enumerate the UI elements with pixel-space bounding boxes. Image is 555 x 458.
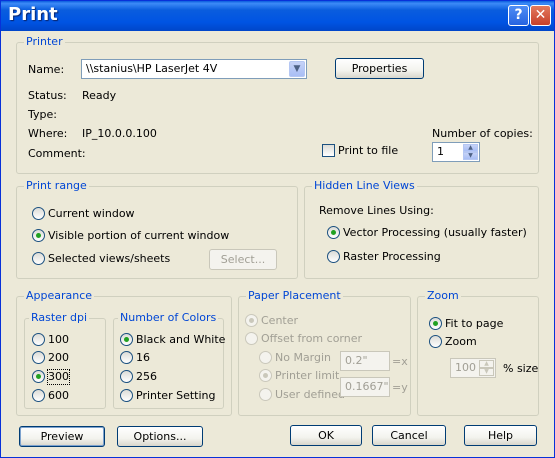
selected-views-label: Selected views/sheets [48, 252, 171, 265]
select-button[interactable]: Select... [209, 249, 277, 270]
zoom-label: Zoom [445, 335, 477, 348]
radio-colors-16[interactable] [120, 351, 133, 364]
hidden-line-views-title: Hidden Line Views [312, 179, 417, 193]
copies-up-icon[interactable]: ▲ [463, 144, 478, 152]
properties-button[interactable]: Properties [335, 58, 424, 79]
current-window-label: Current window [48, 207, 135, 220]
dpi-100-label: 100 [48, 333, 69, 346]
help-button[interactable]: Help [464, 425, 537, 446]
status-label: Status: [28, 89, 67, 102]
cancel-button[interactable]: Cancel [372, 425, 446, 446]
zoom-stepper[interactable]: 100 ▲ ▼ [450, 358, 496, 378]
where-label: Where: [28, 127, 68, 140]
dpi-200-label: 200 [48, 351, 69, 364]
remove-lines-label: Remove Lines Using: [319, 204, 434, 217]
radio-center[interactable] [245, 314, 258, 327]
number-of-colors-group: Number of Colors Black and White 16 256 … [113, 311, 226, 409]
offset-y-field[interactable]: 0.1667" [340, 377, 390, 397]
black-white-label: Black and White [136, 333, 226, 346]
radio-printer-limit[interactable] [259, 369, 272, 382]
radio-dpi-200[interactable] [32, 351, 45, 364]
printer-group: Printer Name: \\stanius\HP LaserJet 4V ▼… [16, 35, 539, 174]
y-suffix: =y [392, 381, 408, 394]
title-bar[interactable]: Print ? ✕ [1, 1, 554, 31]
print-to-file-label: Print to file [338, 144, 399, 157]
radio-current-window[interactable] [32, 207, 45, 220]
copies-stepper[interactable]: 1 ▲ ▼ [432, 142, 480, 162]
appearance-group: Appearance Raster dpi 100 200 300 600 Nu… [16, 289, 232, 416]
radio-dpi-600[interactable] [32, 389, 45, 402]
user-defined-label: User defined [275, 388, 345, 401]
where-value: IP_10.0.0.100 [82, 127, 157, 140]
zoom-group: Zoom Fit to page Zoom 100 ▲ ▼ % size [417, 289, 539, 416]
help-icon[interactable]: ? [508, 5, 529, 26]
close-icon[interactable]: ✕ [530, 5, 551, 26]
no-margin-label: No Margin [275, 351, 332, 364]
number-of-colors-title: Number of Colors [118, 311, 219, 325]
hidden-line-views-group: Hidden Line Views Remove Lines Using: Ve… [304, 179, 539, 279]
dpi-600-label: 600 [48, 389, 69, 402]
colors-256-label: 256 [136, 370, 157, 383]
radio-zoom[interactable] [429, 335, 442, 348]
paper-placement-title: Paper Placement [246, 289, 343, 303]
radio-black-white[interactable] [120, 333, 133, 346]
fit-to-page-label: Fit to page [445, 317, 504, 330]
comment-label: Comment: [28, 147, 86, 160]
center-label: Center [261, 314, 299, 327]
radio-raster-processing[interactable] [327, 250, 340, 263]
size-suffix: % size [503, 362, 539, 375]
printer-name-combo[interactable]: \\stanius\HP LaserJet 4V ▼ [81, 59, 307, 79]
type-label: Type: [28, 108, 57, 121]
printer-name-label: Name: [28, 63, 65, 76]
printer-group-title: Printer [24, 35, 65, 49]
raster-dpi-title: Raster dpi [29, 311, 89, 325]
print-range-group: Print range Current window Visible porti… [16, 179, 298, 279]
zoom-up-icon[interactable]: ▲ [479, 360, 494, 368]
radio-printer-setting[interactable] [120, 389, 133, 402]
raster-processing-label: Raster Processing [343, 250, 441, 263]
radio-user-defined[interactable] [259, 388, 272, 401]
options-button[interactable]: Options... [117, 426, 203, 447]
zoom-title: Zoom [425, 289, 461, 303]
visible-portion-label: Visible portion of current window [48, 229, 230, 242]
offset-x-field[interactable]: 0.2" [340, 351, 390, 371]
radio-dpi-100[interactable] [32, 333, 45, 346]
radio-offset-corner[interactable] [245, 332, 258, 345]
x-suffix: =x [392, 355, 408, 368]
print-to-file-checkbox[interactable] [322, 144, 335, 157]
appearance-title: Appearance [24, 289, 95, 303]
window-title: Print [8, 4, 58, 25]
radio-no-margin[interactable] [259, 351, 272, 364]
radio-dpi-300[interactable] [32, 370, 45, 383]
chevron-down-icon[interactable]: ▼ [289, 61, 305, 77]
print-dialog: Print ? ✕ Printer Name: \\stanius\HP Las… [0, 0, 555, 458]
dpi-300-label: 300 [47, 369, 70, 385]
radio-colors-256[interactable] [120, 370, 133, 383]
radio-vector-processing[interactable] [327, 226, 340, 239]
raster-dpi-group: Raster dpi 100 200 300 600 [24, 311, 106, 409]
printer-setting-label: Printer Setting [136, 389, 216, 402]
printer-limit-label: Printer limit [275, 369, 340, 382]
print-range-title: Print range [24, 179, 89, 193]
copies-down-icon[interactable]: ▼ [463, 152, 478, 160]
ok-button[interactable]: OK [290, 425, 362, 446]
offset-corner-label: Offset from corner [261, 332, 363, 345]
dialog-body: Printer Name: \\stanius\HP LaserJet 4V ▼… [5, 31, 550, 455]
zoom-value: 100 [455, 361, 476, 374]
printer-name-value: \\stanius\HP LaserJet 4V [86, 62, 218, 75]
paper-placement-group: Paper Placement Center Offset from corne… [238, 289, 411, 416]
copies-label: Number of copies: [432, 127, 533, 140]
radio-selected-views[interactable] [32, 252, 45, 265]
radio-visible-portion[interactable] [32, 229, 45, 242]
copies-value: 1 [437, 145, 444, 158]
preview-button[interactable]: Preview [19, 426, 105, 447]
radio-fit-to-page[interactable] [429, 317, 442, 330]
zoom-down-icon[interactable]: ▼ [479, 368, 494, 376]
status-value: Ready [82, 89, 117, 102]
vector-processing-label: Vector Processing (usually faster) [343, 226, 527, 239]
colors-16-label: 16 [136, 351, 150, 364]
